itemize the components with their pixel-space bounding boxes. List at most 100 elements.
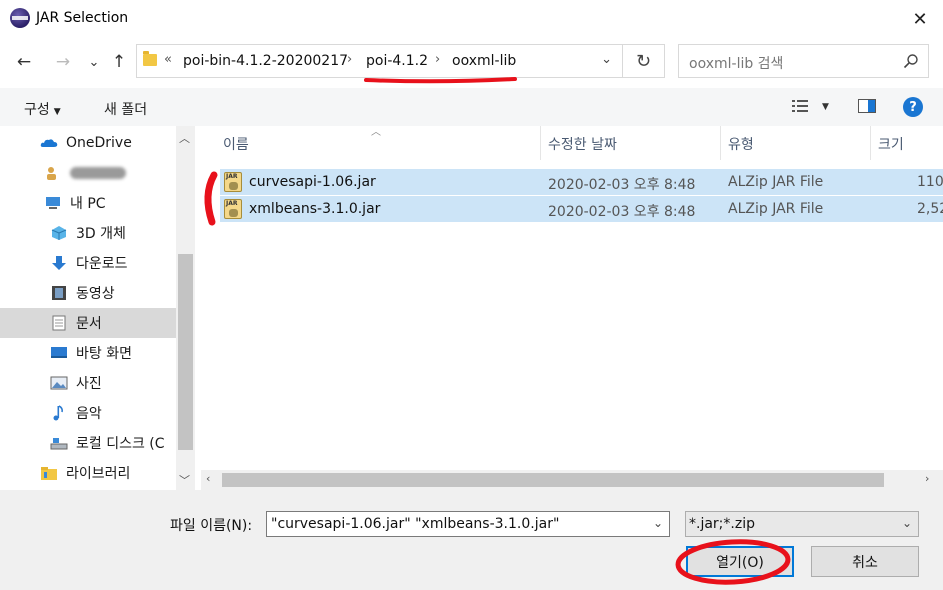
file-name: xmlbeans-3.1.0.jar — [249, 201, 381, 217]
jar-file-icon — [224, 199, 242, 219]
help-button[interactable]: ? — [903, 97, 923, 117]
drive-icon — [50, 438, 68, 450]
new-folder-button[interactable]: 새 폴더 — [104, 99, 147, 119]
sidebar-item-documents[interactable]: 문서 — [0, 308, 176, 338]
sidebar-item-local-disk[interactable]: 로컬 디스크 (C — [0, 428, 176, 458]
column-divider[interactable] — [720, 126, 721, 160]
user-folder-icon — [47, 167, 56, 180]
forward-button[interactable]: → — [51, 50, 75, 74]
file-size: 110 — [917, 174, 943, 190]
filter-value: *.jar;*.zip — [689, 516, 755, 532]
file-type: ALZip JAR File — [728, 174, 824, 190]
file-list-horizontal-scrollbar[interactable]: ‹ › — [201, 470, 943, 490]
cancel-button[interactable]: 취소 — [811, 546, 919, 577]
eclipse-app-icon — [10, 8, 30, 28]
sidebar-item-label: 바탕 화면 — [76, 346, 132, 362]
address-bar[interactable]: « poi-bin-4.1.2-20200217 › poi-4.1.2 › o… — [136, 44, 623, 78]
scroll-down-icon[interactable]: ﹀ — [179, 472, 190, 488]
search-box[interactable]: ooxml-lib 검색 — [678, 44, 929, 78]
breadcrumb-ooxml-lib[interactable]: ooxml-lib — [452, 53, 516, 69]
picture-icon — [50, 376, 68, 390]
breadcrumb-poi-bin[interactable]: poi-bin-4.1.2-20200217 — [183, 53, 348, 69]
back-button[interactable]: ← — [12, 50, 36, 74]
file-row[interactable]: xmlbeans-3.1.0.jar 2020-02-03 오후 8:48 AL… — [220, 196, 943, 222]
chevron-down-icon[interactable]: ⌄ — [653, 516, 663, 530]
refresh-button[interactable]: ↻ — [623, 44, 665, 78]
file-list: ︿ 이름 수정한 날짜 유형 크기 curvesapi-1.06.jar 202… — [195, 126, 943, 490]
organize-menu[interactable]: 구성 ▼ — [24, 99, 61, 119]
sidebar-item-pictures[interactable]: 사진 — [0, 368, 176, 398]
file-type: ALZip JAR File — [728, 201, 824, 217]
sidebar-item-label: 사진 — [76, 376, 102, 392]
sidebar-item-user[interactable] — [0, 158, 176, 188]
column-header-date[interactable]: 수정한 날짜 — [548, 134, 617, 154]
recent-locations-button[interactable]: ⌄ — [82, 50, 106, 74]
scroll-left-icon[interactable]: ‹ — [206, 472, 210, 485]
column-header-type[interactable]: 유형 — [728, 134, 754, 154]
search-input[interactable]: ooxml-lib 검색 — [689, 53, 783, 73]
column-header-name[interactable]: 이름 — [223, 134, 249, 154]
navigation-pane: OneDrive 내 PC 3D 개체 다운로드 동영상 문서 바탕 화면 사진… — [0, 126, 195, 490]
sidebar-item-videos[interactable]: 동영상 — [0, 278, 176, 308]
breadcrumb-separator[interactable]: › — [347, 52, 352, 67]
library-icon — [41, 467, 57, 480]
sidebar-item-label: 문서 — [76, 316, 102, 332]
footer-panel: 파일 이름(N): "curvesapi-1.06.jar" "xmlbeans… — [0, 490, 943, 590]
window-title: JAR Selection — [36, 10, 129, 26]
folder-icon — [143, 51, 157, 66]
music-icon — [53, 405, 63, 421]
column-header-size[interactable]: 크기 — [878, 134, 904, 154]
file-row[interactable]: curvesapi-1.06.jar 2020-02-03 오후 8:48 AL… — [220, 169, 943, 195]
scroll-right-icon[interactable]: › — [925, 472, 929, 485]
sidebar-item-label: 라이브러리 — [66, 466, 131, 482]
close-button[interactable]: ✕ — [897, 0, 943, 38]
command-bar: 구성 ▼ 새 폴더 ▼ ? — [0, 88, 943, 126]
chevron-down-icon[interactable]: ⌄ — [902, 516, 912, 530]
file-modified: 2020-02-03 오후 8:48 — [548, 177, 696, 193]
breadcrumb-poi[interactable]: poi-4.1.2 — [366, 53, 428, 69]
title-bar: JAR Selection ✕ — [0, 0, 943, 38]
chevron-down-icon: ▼ — [53, 107, 61, 117]
scroll-up-icon[interactable]: ︿ — [179, 130, 190, 146]
open-button[interactable]: 열기(O) — [686, 546, 794, 577]
filename-input[interactable]: "curvesapi-1.06.jar" "xmlbeans-3.1.0.jar… — [266, 511, 670, 537]
sidebar-scrollbar[interactable]: ︿ ﹀ — [176, 126, 195, 490]
address-dropdown-button[interactable]: ⌄ — [601, 52, 612, 67]
sidebar-item-onedrive[interactable]: OneDrive — [0, 128, 176, 158]
scrollbar-thumb[interactable] — [222, 473, 884, 487]
sidebar-item-music[interactable]: 음악 — [0, 398, 176, 428]
column-divider[interactable] — [870, 126, 871, 160]
up-button[interactable]: ↑ — [107, 50, 131, 74]
filename-value: "curvesapi-1.06.jar" "xmlbeans-3.1.0.jar… — [271, 516, 560, 532]
filename-label: 파일 이름(N): — [170, 518, 253, 534]
jar-file-icon — [224, 172, 242, 192]
desktop-icon — [51, 347, 67, 358]
onedrive-icon — [40, 139, 58, 147]
preview-pane-button[interactable] — [858, 99, 876, 117]
breadcrumb-overflow[interactable]: « — [164, 52, 172, 67]
sidebar-item-this-pc[interactable]: 내 PC — [0, 188, 176, 218]
sidebar-item-label: 내 PC — [70, 196, 106, 212]
sidebar-item-label: 다운로드 — [76, 256, 128, 272]
navigation-bar: ← → ⌄ ↑ « poi-bin-4.1.2-20200217 › poi-4… — [0, 38, 943, 88]
sidebar-item-label: 3D 개체 — [76, 226, 126, 242]
view-options-button[interactable] — [792, 99, 810, 117]
file-modified: 2020-02-03 오후 8:48 — [548, 204, 696, 220]
file-name: curvesapi-1.06.jar — [249, 174, 376, 190]
redacted-username — [70, 167, 126, 179]
file-type-filter[interactable]: *.jar;*.zip ⌄ — [685, 511, 919, 537]
sidebar-item-label: OneDrive — [66, 135, 132, 151]
pc-icon — [46, 197, 60, 209]
sidebar-item-downloads[interactable]: 다운로드 — [0, 248, 176, 278]
sidebar-item-label: 동영상 — [76, 286, 115, 302]
view-dropdown-icon[interactable]: ▼ — [822, 102, 829, 112]
sidebar-item-desktop[interactable]: 바탕 화면 — [0, 338, 176, 368]
video-icon — [52, 286, 66, 300]
scrollbar-thumb[interactable] — [178, 254, 193, 450]
sidebar-item-3d-objects[interactable]: 3D 개체 — [0, 218, 176, 248]
sidebar-item-libraries[interactable]: 라이브러리 — [0, 458, 176, 488]
column-divider[interactable] — [540, 126, 541, 160]
preview-pane-icon — [858, 99, 876, 113]
breadcrumb-separator[interactable]: › — [435, 52, 440, 67]
search-icon[interactable] — [903, 53, 919, 69]
